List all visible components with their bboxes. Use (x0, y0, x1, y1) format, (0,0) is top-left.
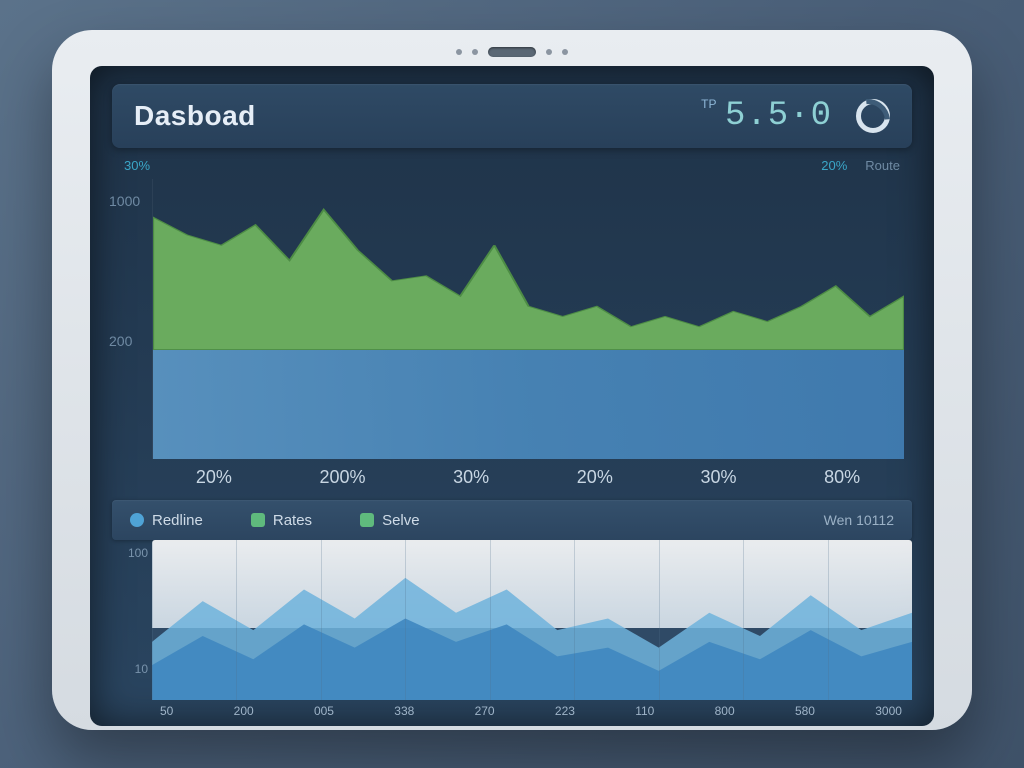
subhead-label: Route (865, 158, 900, 173)
chart2-gridline (659, 540, 660, 700)
legend-item[interactable]: Rates (251, 512, 312, 529)
tablet-frame: Dasboad TP 5.5·0 30% 20% Route 1000 200 (52, 30, 972, 730)
dashboard-screen: Dasboad TP 5.5·0 30% 20% Route 1000 200 (90, 66, 934, 726)
chart2-svg (152, 540, 912, 700)
chart2-xtick: 338 (394, 704, 414, 718)
header-right: TP 5.5·0 (701, 97, 890, 135)
chart2-xtick: 50 (160, 704, 173, 718)
secondary-chart-wrap: 100 10 (112, 540, 912, 700)
progress-ring-icon[interactable] (856, 99, 890, 133)
chart2-ytick-high: 100 (112, 546, 148, 560)
chart2-xtick: 270 (475, 704, 495, 718)
device-camera-bar (52, 40, 972, 64)
chart2-gridline (321, 540, 322, 700)
page-title: Dasboad (134, 100, 256, 132)
legend-label: Selve (382, 512, 420, 529)
chart2-xtick: 3000 (875, 704, 902, 718)
legend-item[interactable]: Selve (360, 512, 420, 529)
legend-right-text: Wen 10112 (824, 512, 894, 528)
legend-bar: Redline Rates Selve Wen 10112 (112, 500, 912, 540)
chart1-xtick: 30% (453, 467, 489, 488)
chart2-gridline (743, 540, 744, 700)
chart1-svg (153, 179, 904, 459)
legend-dot-icon (251, 513, 265, 527)
legend-dot-icon (130, 513, 144, 527)
chart1-xtick: 20% (577, 467, 613, 488)
main-area-chart[interactable]: 1000 200 (152, 179, 904, 459)
legend-label: Redline (152, 512, 203, 529)
metric-prefix: TP (701, 97, 716, 111)
chart2-xtick: 200 (234, 704, 254, 718)
chart2-gridline (405, 540, 406, 700)
chart2-xtick: 800 (715, 704, 735, 718)
header-metric: TP 5.5·0 (701, 97, 832, 135)
chart2-gridline (574, 540, 575, 700)
chart2-xtick: 110 (635, 704, 654, 718)
chart2-xtick: 005 (314, 704, 334, 718)
chart2-gridline (490, 540, 491, 700)
chart1-xtick: 20% (196, 467, 232, 488)
chart2-ytick-low: 10 (112, 662, 148, 676)
chart1-x-axis: 20% 200% 30% 20% 30% 80% (112, 459, 912, 500)
chart2-gridline (152, 540, 153, 700)
subhead-left-stat: 30% (124, 158, 150, 173)
chart2-gridline (236, 540, 237, 700)
chart2-gridline (828, 540, 829, 700)
chart2-xtick: 223 (555, 704, 575, 718)
header-bar: Dasboad TP 5.5·0 (112, 84, 912, 148)
sub-header: 30% 20% Route (112, 148, 912, 179)
chart2-x-axis: 50 200 005 338 270 223 110 800 580 3000 (112, 700, 912, 726)
chart1-xtick: 30% (700, 467, 736, 488)
chart1-xtick: 200% (319, 467, 365, 488)
metric-value: 5.5·0 (725, 97, 832, 135)
secondary-area-chart[interactable] (152, 540, 912, 700)
legend-item[interactable]: Redline (130, 512, 203, 529)
legend-label: Rates (273, 512, 312, 529)
chart2-y-axis: 100 10 (112, 540, 152, 700)
subhead-pct: 20% (821, 158, 847, 173)
chart2-xtick: 580 (795, 704, 815, 718)
legend-dot-icon (360, 513, 374, 527)
chart1-ytick-low: 200 (109, 333, 132, 349)
chart1-ytick-high: 1000 (109, 193, 140, 209)
chart1-xtick: 80% (824, 467, 860, 488)
